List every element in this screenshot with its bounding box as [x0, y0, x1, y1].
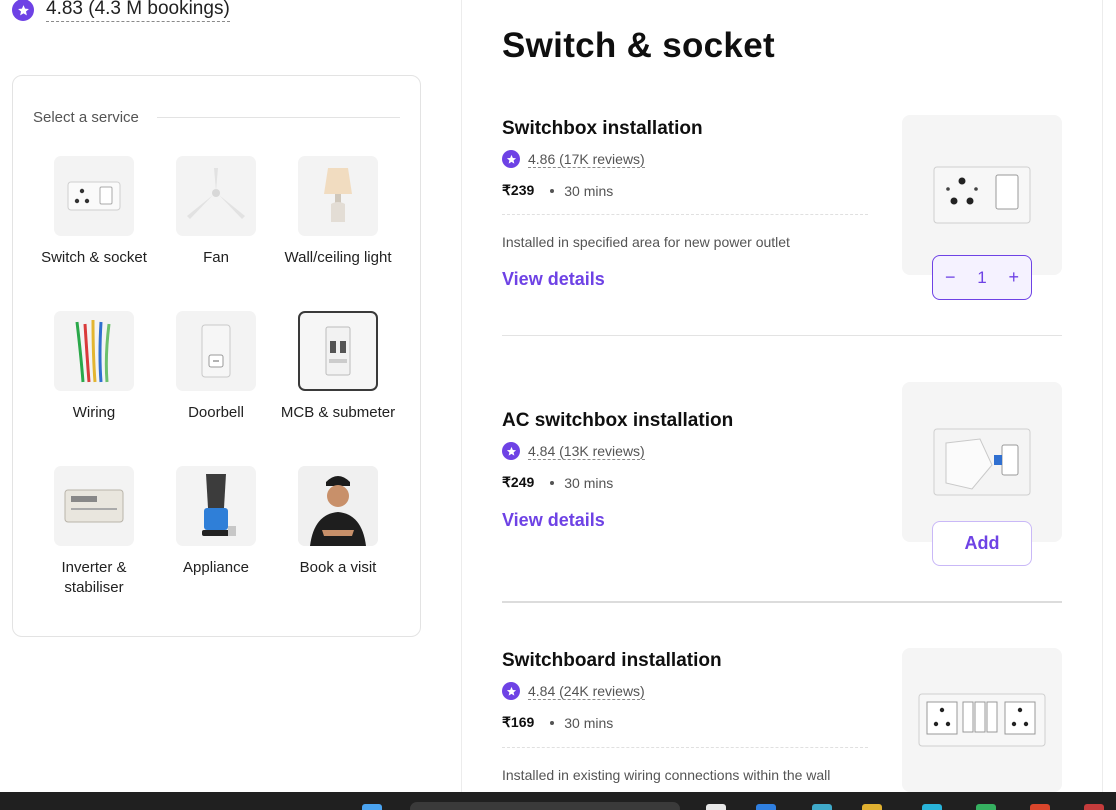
service-item-rating: 4.86 (17K reviews) — [502, 150, 645, 168]
service-tile-inverter-stabiliser[interactable]: Inverter & stabiliser — [33, 466, 155, 621]
column-divider — [461, 0, 462, 792]
service-item-price: ₹169 — [502, 714, 535, 730]
service-tile-label: Book a visit — [299, 559, 377, 576]
service-tile-wiring[interactable]: Wiring — [33, 311, 155, 466]
service-tile-label: MCB & submeter — [280, 404, 396, 421]
service-tile-label: Appliance — [183, 559, 249, 576]
taskbar-app-icon[interactable] — [922, 804, 942, 810]
service-item-switchboard: Switchboard installation 4.84 (24K revie… — [502, 648, 1062, 792]
overall-rating-text[interactable]: 4.83 (4.3 M bookings) — [46, 0, 230, 22]
service-item-price: ₹239 — [502, 182, 535, 198]
star-icon — [502, 682, 520, 700]
service-item-price: ₹249 — [502, 474, 535, 490]
service-tile-label: Fan — [203, 249, 229, 266]
ceiling-fan-thumb — [176, 156, 256, 236]
service-item-description: Installed in existing wiring connections… — [502, 767, 831, 783]
switch-socket-thumb — [54, 156, 134, 236]
item-divider — [502, 335, 1062, 336]
taskbar-app-icon[interactable] — [1030, 804, 1050, 810]
bullet-dot — [550, 480, 555, 485]
star-icon — [502, 150, 520, 168]
taskbar-app-icon[interactable] — [862, 804, 882, 810]
service-item-price-row: ₹249 30 mins — [502, 474, 613, 491]
service-tile-mcb-submeter[interactable]: MCB & submeter — [277, 311, 399, 466]
quantity-stepper: − 1 + — [932, 255, 1032, 300]
service-item-duration: 30 mins — [564, 474, 614, 491]
service-tile-doorbell[interactable]: Doorbell — [155, 311, 277, 466]
ac-switchbox-image — [902, 382, 1062, 542]
service-selector-card: Select a service Switch & socket Fan Wal… — [12, 75, 421, 637]
mcb-thumb — [298, 311, 378, 391]
service-item-price-row: ₹169 30 mins — [502, 714, 613, 731]
technician-thumb — [298, 466, 378, 546]
divider — [156, 117, 400, 118]
view-details-link[interactable]: View details — [502, 510, 605, 531]
service-grid: Switch & socket Fan Wall/ceiling light W… — [33, 156, 401, 621]
service-tile-book-a-visit[interactable]: Book a visit — [277, 466, 399, 621]
service-selector-header: Select a service — [33, 109, 400, 126]
lamp-thumb — [298, 156, 378, 236]
os-taskbar — [0, 792, 1116, 810]
page-title: Switch & socket — [502, 26, 775, 65]
service-selector-heading: Select a service — [33, 109, 139, 126]
taskbar-app-icon[interactable] — [976, 804, 996, 810]
service-item-rating-text[interactable]: 4.86 (17K reviews) — [528, 151, 645, 168]
service-tile-switch-socket[interactable]: Switch & socket — [33, 156, 155, 311]
service-tile-appliance[interactable]: Appliance — [155, 466, 277, 621]
service-tile-label: Wall/ceiling light — [284, 249, 392, 266]
quantity-value: 1 — [977, 267, 987, 287]
service-item-price-row: ₹239 30 mins — [502, 182, 613, 199]
taskbar-app-icon[interactable] — [1084, 804, 1104, 810]
service-item-ac-switchbox: AC switchbox installation 4.84 (13K revi… — [502, 382, 1062, 580]
service-item-duration: 30 mins — [564, 714, 614, 731]
bullet-dot — [550, 720, 555, 725]
decrement-button[interactable]: − — [945, 267, 956, 288]
item-divider — [502, 601, 1062, 603]
dashed-divider — [502, 214, 868, 215]
service-item-rating-text[interactable]: 4.84 (13K reviews) — [528, 443, 645, 460]
add-button[interactable]: Add — [932, 521, 1032, 566]
dashed-divider — [502, 747, 868, 748]
increment-button[interactable]: + — [1008, 267, 1019, 288]
taskbar-search-box[interactable] — [410, 802, 680, 810]
service-tile-fan[interactable]: Fan — [155, 156, 277, 311]
inverter-thumb — [54, 466, 134, 546]
service-item-rating-text[interactable]: 4.84 (24K reviews) — [528, 683, 645, 700]
star-icon — [502, 442, 520, 460]
bullet-dot — [550, 188, 555, 193]
star-icon — [12, 0, 34, 21]
view-details-link[interactable]: View details — [502, 269, 605, 290]
windows-start-icon[interactable] — [362, 804, 382, 810]
service-tile-label: Wiring — [72, 404, 116, 421]
overall-rating: 4.83 (4.3 M bookings) — [12, 0, 230, 22]
taskbar-app-icon[interactable] — [706, 804, 726, 810]
switchbox-image — [902, 115, 1062, 275]
service-tile-label: Switch & socket — [41, 249, 147, 266]
service-item-rating: 4.84 (24K reviews) — [502, 682, 645, 700]
taskbar-app-icon[interactable] — [812, 804, 832, 810]
switchboard-image — [902, 648, 1062, 792]
doorbell-thumb — [176, 311, 256, 391]
scrollbar-track[interactable] — [1102, 0, 1103, 792]
service-item-duration: 30 mins — [564, 182, 614, 199]
service-item-description: Installed in specified area for new powe… — [502, 234, 790, 250]
service-tile-label: Inverter & stabiliser — [61, 559, 127, 596]
mixer-thumb — [176, 466, 256, 546]
service-tile-label: Doorbell — [188, 404, 244, 421]
service-tile-wall-ceiling-light[interactable]: Wall/ceiling light — [277, 156, 399, 311]
service-item-switchbox: Switchbox installation 4.86 (17K reviews… — [502, 115, 1062, 318]
service-item-rating: 4.84 (13K reviews) — [502, 442, 645, 460]
wires-thumb — [54, 311, 134, 391]
taskbar-app-icon[interactable] — [756, 804, 776, 810]
